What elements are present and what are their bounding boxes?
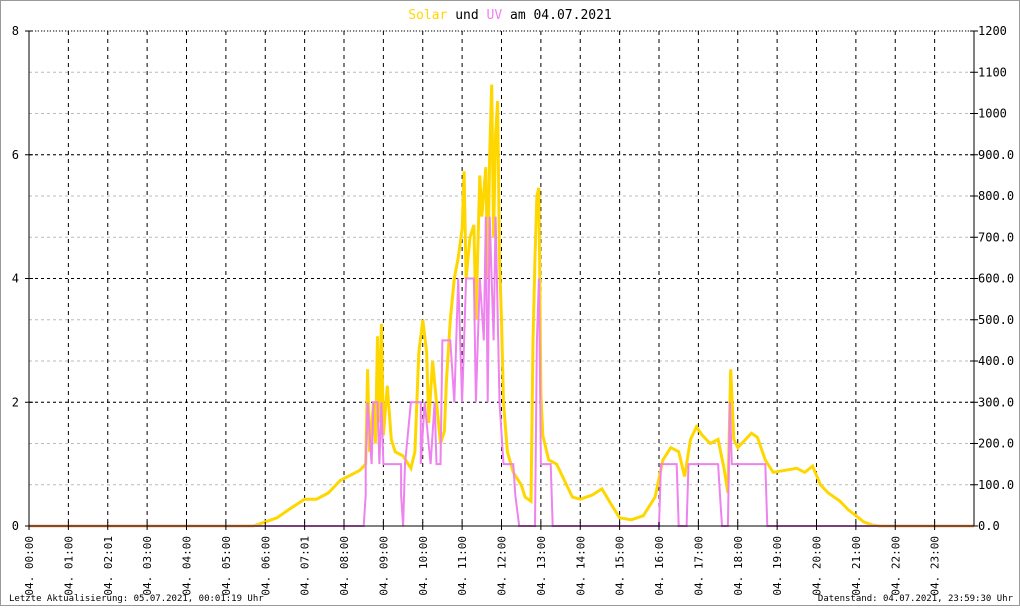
x-tick-label: 04. 04:00 <box>181 536 194 596</box>
right-tick-label: 700.0 <box>978 230 1014 244</box>
right-tick-label: 1200 <box>978 24 1007 38</box>
x-tick-label: 04. 08:00 <box>338 536 351 596</box>
right-tick-label: 200.0 <box>978 437 1014 451</box>
x-tick-label: 04. 09:00 <box>377 536 390 596</box>
right-tick-label: 1100 <box>978 65 1007 79</box>
x-tick-label: 04. 13:00 <box>535 536 548 596</box>
x-tick-label: 04. 20:00 <box>811 536 824 596</box>
right-tick-label: 0.0 <box>978 519 1000 533</box>
footer-data-state: Datenstand: 04.07.2021, 23:59:30 Uhr <box>818 594 1014 604</box>
x-tick-label: 04. 12:00 <box>496 536 509 596</box>
x-tick-label: 04. 23:00 <box>929 536 942 596</box>
x-tick-label: 04. 21:00 <box>850 536 863 596</box>
x-tick-label: 04. 14:00 <box>574 536 587 596</box>
left-tick-label: 6 <box>12 148 19 162</box>
left-tick-label: 0 <box>12 519 19 533</box>
title-solar: Solar <box>408 8 447 23</box>
series-line-solar <box>29 84 974 528</box>
right-tick-label: 800.0 <box>978 189 1014 203</box>
left-tick-label: 2 <box>12 395 19 409</box>
footer-last-update: Letzte Aktualisierung: 05.07.2021, 00:01… <box>9 594 264 604</box>
right-tick-label: 900.0 <box>978 148 1014 162</box>
chart-title: Solar und UV am 04.07.2021 <box>408 8 612 23</box>
x-tick-label: 04. 17:00 <box>692 536 705 596</box>
x-tick-label: 04. 00:00 <box>23 536 36 596</box>
right-tick-label: 300.0 <box>978 395 1014 409</box>
chart-frame: Solar und UV am 04.07.2021 0 2 4 6 8 0.0 100.0… <box>0 0 1020 606</box>
title-und: und <box>447 8 486 23</box>
x-tick-label: 04. 02:01 <box>102 536 115 596</box>
right-tick-label: 1000 <box>978 107 1007 121</box>
x-tick-label: 04. 03:00 <box>141 536 154 596</box>
title-date: am 04.07.2021 <box>502 8 612 23</box>
right-tick-label: 500.0 <box>978 313 1014 327</box>
x-tick-label: 04. 07:01 <box>299 536 312 596</box>
x-tick-label: 04. 01:00 <box>62 536 75 596</box>
x-tick-label: 04. 22:00 <box>889 536 902 596</box>
x-tick-label: 04. 18:00 <box>732 536 745 596</box>
left-tick-label: 8 <box>12 24 19 38</box>
x-tick-label: 04. 15:00 <box>614 536 627 596</box>
right-tick-label: 400.0 <box>978 354 1014 368</box>
title-uv: UV <box>487 8 503 23</box>
x-tick-label: 04. 10:00 <box>417 536 430 596</box>
x-tick-label: 04. 16:00 <box>653 536 666 596</box>
x-tick-label: 04. 19:00 <box>771 536 784 596</box>
x-tick-label: 04. 05:00 <box>220 536 233 596</box>
right-tick-label: 600.0 <box>978 272 1014 286</box>
x-tick-label: 04. 11:00 <box>456 536 469 596</box>
solar-uv-chart: Solar und UV am 04.07.2021 0 2 4 6 8 0.0 100.0… <box>9 8 1014 604</box>
x-tick-label: 04. 06:00 <box>259 536 272 596</box>
right-tick-label: 100.0 <box>978 478 1014 492</box>
left-tick-label: 4 <box>12 272 19 286</box>
